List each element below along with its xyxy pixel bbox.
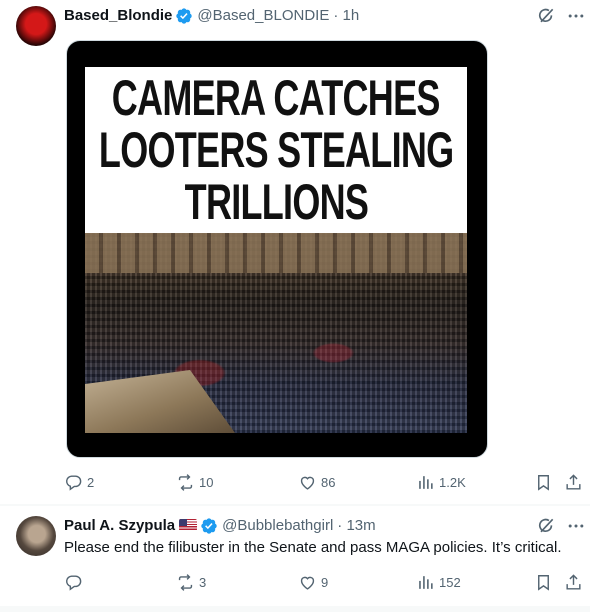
like-button[interactable]: 86 [298,472,335,492]
share-button[interactable] [564,472,583,492]
grok-icon[interactable] [536,6,556,26]
reply-button[interactable] [64,572,87,592]
tweet-text: Please end the filibuster in the Senate … [64,539,562,556]
media-photo-chamber [85,233,467,433]
share-icon [566,473,581,490]
views-button[interactable]: 152 [416,572,461,592]
media-headline: CAMERA CATCHES LOOTERS STEALING TRILLION… [85,67,467,233]
repost-icon [178,573,193,591]
like-count: 9 [321,574,329,590]
reply-count: 2 [87,474,95,490]
repost-icon [178,473,193,491]
bookmark-button[interactable] [534,572,553,592]
author-name[interactable]: Paul A. Szypula [64,516,175,536]
author-avatar[interactable] [16,6,56,46]
views-icon [419,575,433,589]
author-handle[interactable]: @Based_BLONDIE [197,6,329,26]
reply-button[interactable]: 2 [64,472,94,492]
share-button[interactable] [564,572,583,592]
repost-button[interactable]: 3 [176,572,206,592]
views-count: 1.2K [439,474,466,490]
views-icon [419,475,433,489]
tweet-top-actions [536,6,586,26]
more-options-icon[interactable] [566,516,586,536]
tweet-action-bar: 3 9 152 [64,572,584,592]
bookmark-button[interactable] [534,472,553,492]
repost-count: 3 [199,574,207,590]
bookmark-icon [538,474,549,491]
headline-line-2: LOOTERS STEALING [98,122,454,178]
tweet-card[interactable]: Based_Blondie @Based_BLONDIE · 1h CAMERA… [0,0,590,504]
post-media-image[interactable]: CAMERA CATCHES LOOTERS STEALING TRILLION… [66,40,488,458]
post-time[interactable]: · 1h [333,6,359,26]
heart-icon [300,576,315,590]
repost-count: 10 [199,474,214,490]
views-button[interactable]: 1.2K [416,472,466,492]
headline-line-1: CAMERA CATCHES [112,70,441,126]
photo-balcony [85,233,467,273]
reply-icon [66,474,82,491]
tweet-header: Paul A. Szypula @Bubblebathgirl · 13m [64,516,376,536]
share-icon [566,573,581,590]
like-button[interactable]: 9 [298,572,328,592]
bookmark-icon [538,574,549,591]
reply-icon [66,574,82,591]
more-options-icon[interactable] [566,6,586,26]
tweet-action-bar: 2 10 86 1.2K [64,472,584,492]
views-count: 152 [439,574,461,590]
post-time[interactable]: · 13m [337,516,375,536]
photo-desk [85,370,235,433]
verified-badge-icon [201,518,217,534]
grok-icon[interactable] [536,516,556,536]
repost-button[interactable]: 10 [176,472,213,492]
author-avatar[interactable] [16,516,56,556]
tweet-top-actions [536,516,586,536]
author-handle[interactable]: @Bubblebathgirl [222,516,333,536]
like-count: 86 [321,474,336,490]
headline-line-3: TRILLIONS [184,174,368,230]
tweet-header: Based_Blondie @Based_BLONDIE · 1h [64,6,359,26]
author-name[interactable]: Based_Blondie [64,6,172,26]
heart-icon [300,476,315,490]
us-flag-icon [179,519,198,531]
verified-badge-icon [176,8,193,24]
